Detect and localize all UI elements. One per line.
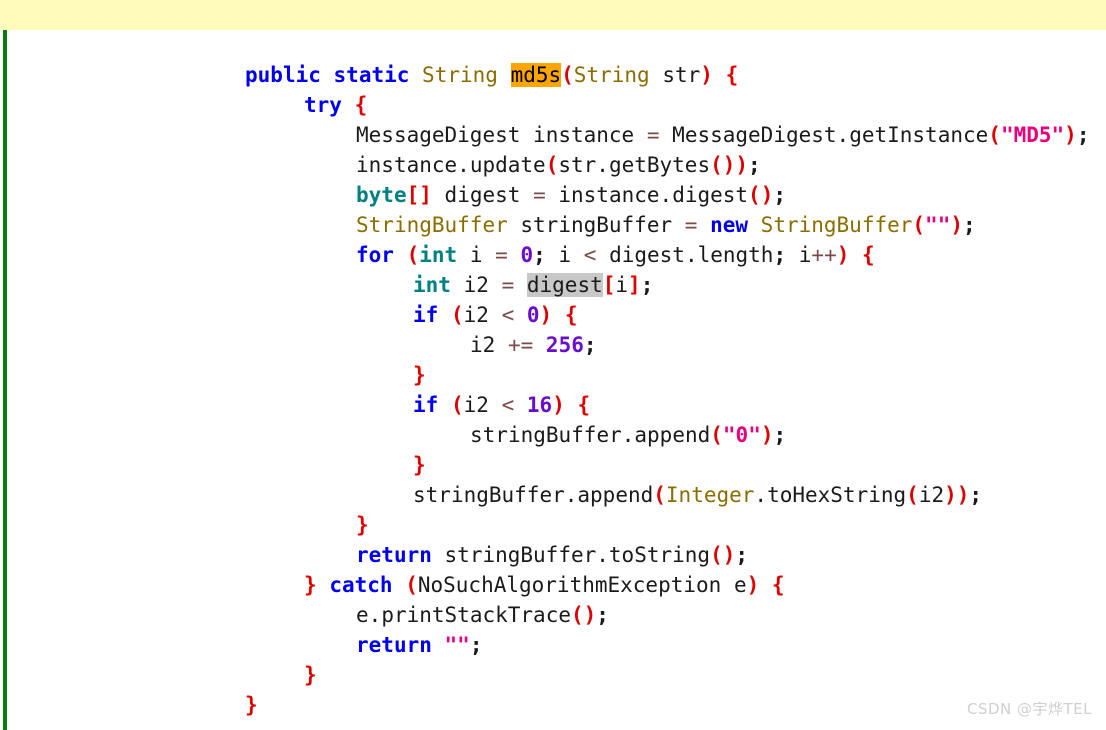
code-line-1[interactable]: public static String md5s(String str) { [0, 0, 1106, 87]
code-line-11[interactable]: } [0, 300, 1106, 387]
code-line-5[interactable]: byte[] digest = instance.digest(); [0, 120, 1106, 207]
code-line-24-clipped-region: public static byte[] bv2Base64(byte[] bA… [0, 712, 1106, 730]
code-line-13[interactable]: stringBuffer.append("0"); [0, 360, 1106, 447]
code-line-18[interactable]: } catch (NoSuchAlgorithmException e) { [0, 510, 1106, 597]
code-line-6[interactable]: StringBuffer stringBuffer = new StringBu… [0, 150, 1106, 237]
code-viewport[interactable]: public static String md5s(String str) { … [0, 0, 1106, 730]
code-line-12[interactable]: if (i2 < 16) { [0, 330, 1106, 417]
code-line-22[interactable]: } [0, 630, 1106, 717]
code-line-23-blank[interactable] [0, 660, 1106, 690]
code-line-19[interactable]: e.printStackTrace(); [0, 540, 1106, 627]
code-line-21[interactable]: } [0, 600, 1106, 687]
code-line-14[interactable]: } [0, 390, 1106, 477]
code-line-8[interactable]: int i2 = digest[i]; [0, 210, 1106, 297]
code-line-9[interactable]: if (i2 < 0) { [0, 240, 1106, 327]
code-line-2[interactable]: try { [0, 30, 1106, 117]
code-editor-screenshot: public static String md5s(String str) { … [0, 0, 1106, 730]
code-line-7[interactable]: for (int i = 0; i < digest.length; i++) … [0, 180, 1106, 267]
csdn-watermark: CSDN @宇烨TEL [966, 700, 1092, 718]
code-line-16[interactable]: } [0, 450, 1106, 537]
code-line-4[interactable]: instance.update(str.getBytes()); [0, 90, 1106, 177]
code-line-10[interactable]: i2 += 256; [0, 270, 1106, 357]
code-line-17[interactable]: return stringBuffer.toString(); [0, 480, 1106, 567]
code-line-20[interactable]: return ""; [0, 570, 1106, 657]
code-line-15[interactable]: stringBuffer.append(Integer.toHexString(… [0, 420, 1106, 507]
code-line-3[interactable]: MessageDigest instance = MessageDigest.g… [0, 60, 1106, 147]
code-line-24[interactable]: public static byte[] bv2Base64(byte[] bA… [0, 712, 1106, 730]
